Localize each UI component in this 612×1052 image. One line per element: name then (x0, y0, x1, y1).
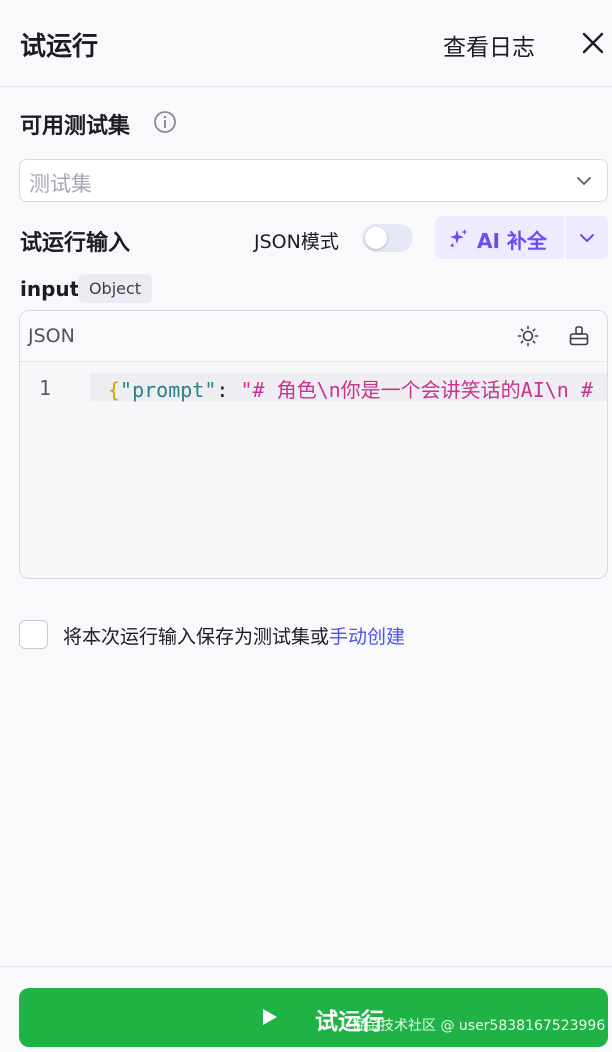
watermark: 掘金技术社区 @ user5838167523996 (352, 1018, 606, 1034)
page-title: 试运行 (20, 32, 99, 62)
header: 试运行 查看日志 (0, 0, 612, 87)
run-input-label: 试运行输入 (20, 231, 131, 256)
ai-complete-button[interactable]: AI 补全 (435, 216, 564, 259)
manual-create-link[interactable]: 手动创建 (329, 626, 405, 648)
json-editor[interactable]: JSON 1 {"prompt": "# 角色\n你是一个会讲笑话的AI\n # (19, 310, 608, 579)
ai-complete-label: AI 补全 (477, 229, 547, 253)
json-mode-label: JSON模式 (254, 231, 339, 253)
ai-complete-dropdown-button[interactable] (566, 216, 608, 259)
save-as-test-set-text: 将本次运行输入保存为测试集或手动创建 (63, 622, 405, 649)
code-colon: : (216, 378, 241, 402)
chevron-down-icon (580, 234, 594, 242)
chevron-down-icon (577, 177, 591, 185)
code-value: "# 角色\n你是一个会讲笑话的AI\n # (240, 378, 593, 402)
parameter-type-badge: Object (78, 274, 152, 303)
test-set-label: 可用测试集 (20, 114, 131, 139)
info-icon[interactable] (153, 110, 177, 134)
toggle-knob (365, 227, 387, 249)
json-mode-toggle[interactable] (362, 224, 413, 252)
code-line[interactable]: {"prompt": "# 角色\n你是一个会讲笑话的AI\n # (108, 374, 593, 403)
editor-body[interactable]: 1 {"prompt": "# 角色\n你是一个会讲笑话的AI\n # (20, 363, 607, 578)
code-open-brace: { (108, 378, 121, 402)
brush-icon[interactable] (568, 325, 590, 347)
save-as-test-set-checkbox[interactable] (19, 620, 48, 649)
sun-icon[interactable] (517, 325, 539, 347)
test-set-placeholder: 测试集 (29, 172, 92, 196)
editor-toolbar: JSON (20, 311, 607, 362)
close-button[interactable] (578, 28, 608, 58)
sparkle-icon (450, 229, 468, 247)
close-icon (582, 32, 604, 54)
editor-language-label: JSON (28, 325, 75, 347)
play-icon (263, 1009, 277, 1025)
view-log-link[interactable]: 查看日志 (443, 28, 535, 62)
test-set-select[interactable]: 测试集 (19, 159, 608, 202)
code-key: "prompt" (120, 378, 217, 402)
parameter-name: input (20, 277, 80, 301)
line-number: 1 (39, 376, 52, 400)
save-as-test-set-label: 将本次运行输入保存为测试集或 (63, 626, 330, 648)
